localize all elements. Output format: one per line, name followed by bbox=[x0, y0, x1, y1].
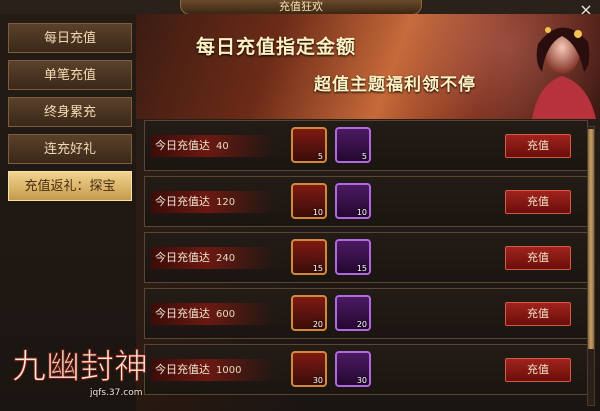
reward-row: 今日充值达 1000 30 30 充值 bbox=[144, 344, 588, 395]
tab-lifetime-recharge[interactable]: 终身累充 bbox=[8, 97, 132, 127]
scrollbar[interactable] bbox=[587, 126, 595, 406]
banner-headline: 每日充值指定金额 bbox=[196, 36, 357, 58]
recharge-button[interactable]: 充值 bbox=[505, 246, 571, 270]
treasure-seal-icon[interactable]: 20 bbox=[291, 295, 327, 331]
reward-row: 今日充值达 40 5 5 充值 bbox=[144, 120, 588, 171]
row-label: 今日充值达 40 bbox=[151, 135, 275, 157]
row-label: 今日充值达 600 bbox=[151, 303, 275, 325]
window-title-bar: 充值狂欢 bbox=[180, 0, 422, 15]
recharge-button[interactable]: 充值 bbox=[505, 134, 571, 158]
blue-gem-chest-icon[interactable]: 5 bbox=[335, 127, 371, 163]
blue-gem-chest-icon[interactable]: 30 bbox=[335, 351, 371, 387]
svg-text:九幽封神: 九幽封神 bbox=[12, 347, 148, 387]
tab-consecutive-gift[interactable]: 连充好礼 bbox=[8, 134, 132, 164]
blue-gem-chest-icon[interactable]: 20 bbox=[335, 295, 371, 331]
row-label: 今日充值达 120 bbox=[151, 191, 275, 213]
heroine-portrait-icon bbox=[532, 27, 596, 119]
recharge-button[interactable]: 充值 bbox=[505, 302, 571, 326]
reward-row: 今日充值达 600 20 20 充值 bbox=[144, 288, 588, 339]
promo-banner: 每日充值指定金额 超值主题福利领不停 bbox=[136, 14, 600, 119]
tab-single-recharge[interactable]: 单笔充值 bbox=[8, 60, 132, 90]
event-window: 充值狂欢 × 每日充值 单笔充值 终身累充 连充好礼 充值返礼：探宝 每日充值指… bbox=[0, 0, 600, 411]
game-logo: 九幽封神 jqfs.37.com bbox=[8, 330, 178, 408]
row-label: 今日充值达 240 bbox=[151, 247, 275, 269]
banner-subline: 超值主题福利领不停 bbox=[314, 75, 476, 95]
blue-gem-chest-icon[interactable]: 10 bbox=[335, 183, 371, 219]
logo-url: jqfs.37.com bbox=[90, 388, 143, 398]
logo-glyphs-icon: 九幽封神 bbox=[12, 347, 149, 388]
reward-row: 今日充值达 240 15 15 充值 bbox=[144, 232, 588, 283]
blue-gem-chest-icon[interactable]: 15 bbox=[335, 239, 371, 275]
treasure-seal-icon[interactable]: 5 bbox=[291, 127, 327, 163]
reward-row: 今日充值达 120 10 10 充值 bbox=[144, 176, 588, 227]
tab-recharge-return-treasure[interactable]: 充值返礼：探宝 bbox=[8, 171, 132, 201]
treasure-seal-icon[interactable]: 30 bbox=[291, 351, 327, 387]
window-title: 充值狂欢 bbox=[279, 0, 323, 13]
treasure-seal-icon[interactable]: 10 bbox=[291, 183, 327, 219]
recharge-button[interactable]: 充值 bbox=[505, 190, 571, 214]
recharge-button[interactable]: 充值 bbox=[505, 358, 571, 382]
scroll-thumb[interactable] bbox=[588, 129, 594, 349]
treasure-seal-icon[interactable]: 15 bbox=[291, 239, 327, 275]
tab-daily-recharge[interactable]: 每日充值 bbox=[8, 23, 132, 53]
